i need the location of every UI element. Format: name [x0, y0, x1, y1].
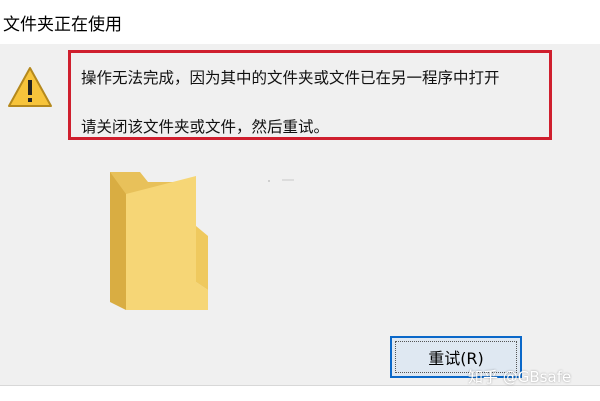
- warning-icon: [8, 67, 52, 107]
- error-message-line-2: 请关闭该文件夹或文件，然后重试。: [81, 118, 330, 136]
- folder-icon: [110, 172, 208, 310]
- window-bottom-edge: [0, 385, 600, 401]
- dialog-titlebar: 文件夹正在使用: [0, 0, 600, 44]
- message-highlight-box: 操作无法完成，因为其中的文件夹或文件已在另一程序中打开 请关闭该文件夹或文件，然…: [68, 50, 552, 140]
- dialog-title: 文件夹正在使用: [3, 15, 122, 35]
- decorative-speck: [268, 179, 294, 182]
- error-message-line-1: 操作无法完成，因为其中的文件夹或文件已在另一程序中打开: [81, 69, 500, 87]
- watermark-text: 知乎 @GBsafe: [468, 368, 572, 386]
